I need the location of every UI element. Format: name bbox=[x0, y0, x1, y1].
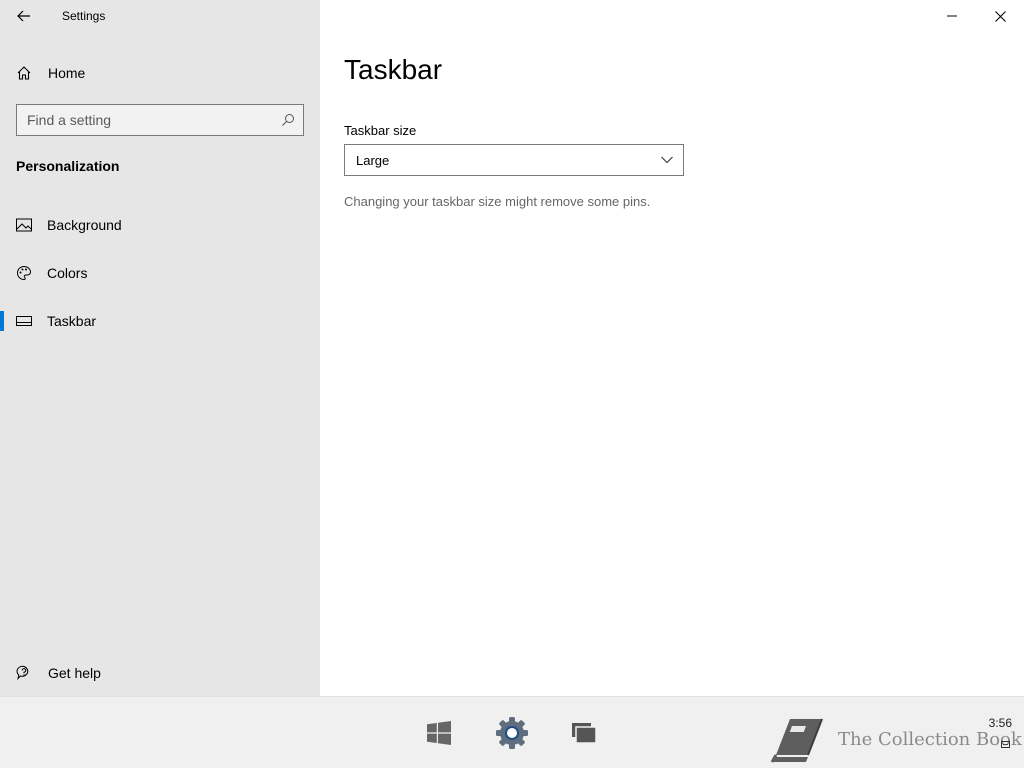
taskbar-settings-button[interactable] bbox=[490, 711, 534, 755]
book-icon bbox=[770, 718, 823, 763]
app-title: Settings bbox=[62, 9, 106, 23]
get-help-link[interactable]: Get help bbox=[0, 656, 320, 690]
taskbar-size-label: Taskbar size bbox=[344, 123, 417, 138]
hint-text: Changing your taskbar size might remove … bbox=[344, 194, 651, 209]
sidebar-item-background[interactable]: Background bbox=[0, 205, 320, 245]
back-button[interactable] bbox=[0, 0, 48, 32]
section-title: Personalization bbox=[16, 158, 120, 174]
sidebar-item-label: Taskbar bbox=[47, 313, 97, 329]
sidebar-item-label: Colors bbox=[47, 265, 88, 281]
task-view-button[interactable] bbox=[562, 711, 606, 755]
help-chat-icon bbox=[0, 665, 48, 681]
picture-icon bbox=[0, 218, 47, 232]
sidebar-item-taskbar[interactable]: Taskbar bbox=[0, 301, 320, 341]
search-input[interactable] bbox=[17, 112, 273, 128]
sidebar-item-colors[interactable]: Colors bbox=[0, 253, 320, 293]
notification-icon bbox=[1001, 741, 1010, 748]
sidebar-item-home[interactable]: Home bbox=[0, 56, 320, 90]
task-view-icon bbox=[572, 723, 597, 744]
taskbar-icon bbox=[0, 316, 47, 326]
sidebar: Settings Home Personalization Background bbox=[0, 0, 320, 696]
palette-icon bbox=[0, 265, 47, 281]
system-clock[interactable]: 3:56 bbox=[989, 716, 1012, 730]
taskbar: The Collection Book 3:56 bbox=[0, 696, 1024, 768]
back-arrow-icon bbox=[17, 10, 30, 22]
window-controls bbox=[928, 0, 1024, 32]
get-help-label: Get help bbox=[48, 665, 101, 681]
minimize-button[interactable] bbox=[928, 0, 976, 32]
sidebar-item-label: Background bbox=[47, 217, 122, 233]
search-icon[interactable] bbox=[273, 113, 303, 127]
page-title: Taskbar bbox=[344, 54, 443, 85]
search-box bbox=[16, 104, 304, 136]
settings-gear-icon bbox=[496, 717, 528, 749]
minimize-icon bbox=[947, 15, 957, 17]
notification-button[interactable] bbox=[1001, 737, 1010, 755]
start-button[interactable] bbox=[417, 711, 461, 755]
dropdown-selected-value: Large bbox=[356, 152, 390, 168]
title-bar: Settings bbox=[0, 0, 320, 32]
close-button[interactable] bbox=[976, 0, 1024, 32]
watermark-text: The Collection Book bbox=[838, 728, 1022, 750]
home-icon bbox=[0, 65, 48, 81]
close-icon bbox=[994, 10, 1006, 22]
windows-start-icon bbox=[427, 721, 451, 745]
taskbar-size-dropdown[interactable]: Large bbox=[344, 144, 684, 176]
chevron-down-icon bbox=[661, 156, 673, 164]
sidebar-item-label: Home bbox=[48, 65, 86, 81]
watermark: The Collection Book bbox=[770, 715, 1022, 763]
